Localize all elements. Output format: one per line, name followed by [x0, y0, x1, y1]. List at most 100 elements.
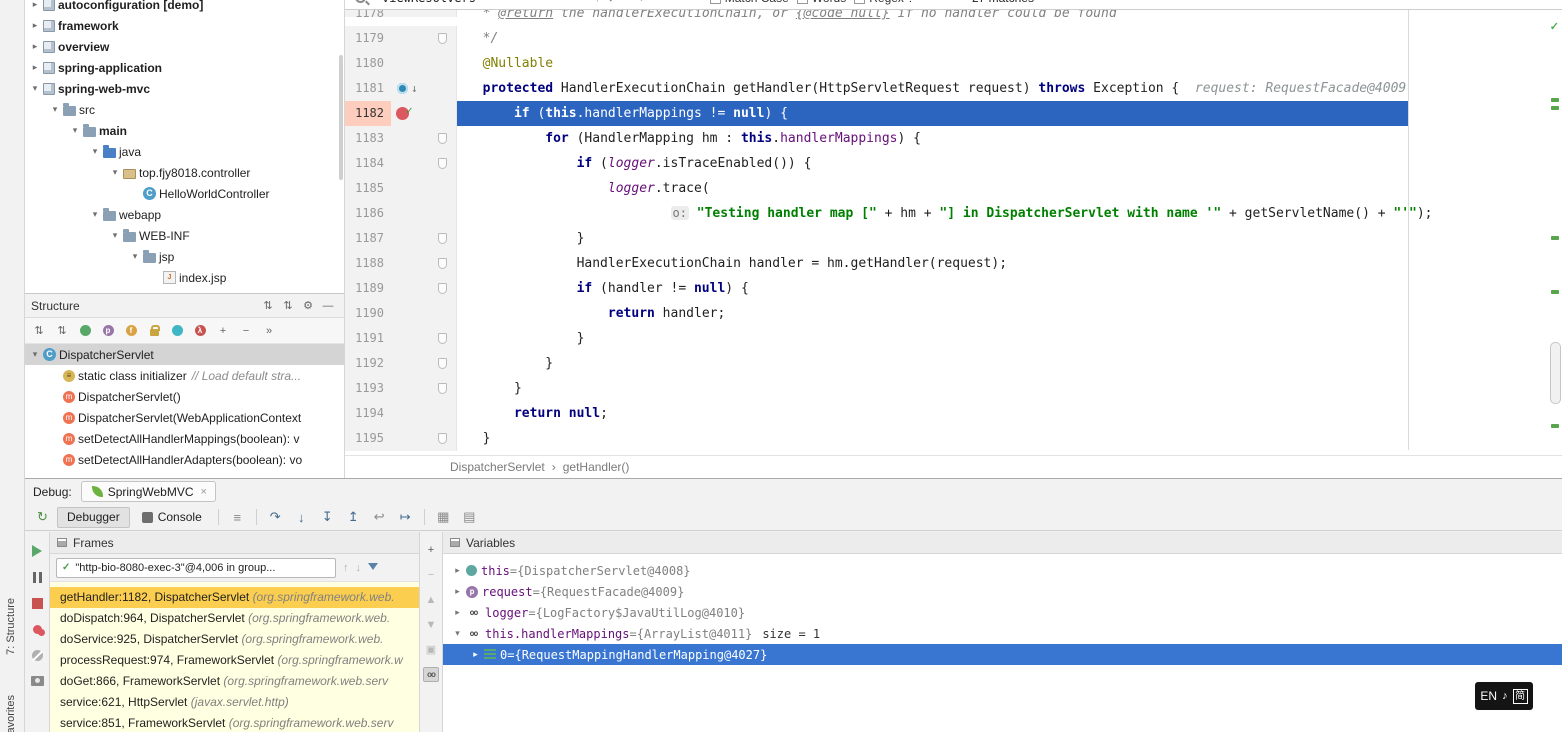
line-number[interactable]: 1186 — [345, 201, 391, 226]
structure-tree-item[interactable]: ≡static class initializer// Load default… — [25, 365, 344, 386]
show-anonymous-classes-icon[interactable] — [167, 322, 187, 340]
variable-row[interactable]: ▸0 = {RequestMappingHandlerMapping@4027} — [443, 644, 1562, 665]
show-properties-icon[interactable]: p — [98, 322, 118, 340]
frame-row[interactable]: doDispatch:964, DispatcherServlet (org.s… — [50, 608, 419, 629]
line-number[interactable]: 1185 — [345, 176, 391, 201]
project-tree-item[interactable]: ▾top.fjy8018.controller — [25, 162, 344, 183]
chevron-collapsed-icon[interactable]: ▸ — [451, 607, 464, 618]
structure-tree-item[interactable]: mDispatcherServlet() — [25, 386, 344, 407]
fold-column[interactable] — [431, 426, 457, 451]
editor-line[interactable]: 1190 return handler; — [345, 301, 1562, 326]
project-tree-item[interactable]: ▾spring-web-mvc — [25, 78, 344, 99]
variable-row[interactable]: ▾oothis.handlerMappings = {ArrayList@401… — [443, 623, 1562, 644]
gutter-icons[interactable] — [391, 126, 431, 151]
structure-tree-item[interactable]: ▾CDispatcherServlet — [25, 344, 344, 365]
editor-line[interactable]: 1191 } — [345, 326, 1562, 351]
layout-menu-icon[interactable]: ≡ — [226, 507, 249, 527]
variable-row[interactable]: ▸this = {DispatcherServlet@4008} — [443, 560, 1562, 581]
editor-line[interactable]: 1189 if (handler != null) { — [345, 276, 1562, 301]
duplicate-watch-button[interactable]: ▣ — [423, 642, 439, 657]
line-number[interactable]: 1183 — [345, 126, 391, 151]
fold-column[interactable] — [431, 376, 457, 401]
words-checkbox[interactable]: Words — [797, 0, 846, 5]
chevron-expanded-icon[interactable]: ▾ — [129, 251, 141, 262]
chevron-expanded-icon[interactable]: ▾ — [109, 230, 121, 241]
project-tree-item[interactable]: ▸autoconfiguration [demo] — [25, 0, 344, 15]
editor-line[interactable]: 1187 } — [345, 226, 1562, 251]
tab-springwebmvc[interactable]: SpringWebMVC × — [81, 481, 216, 502]
fold-column[interactable] — [431, 401, 457, 426]
editor-line[interactable]: 1184 if (logger.isTraceEnabled()) { — [345, 151, 1562, 176]
frame-row[interactable]: doService:925, DispatcherServlet (org.sp… — [50, 629, 419, 650]
thread-selector[interactable]: ✓ "http-bio-8080-exec-3"@4,006 in group.… — [56, 558, 336, 578]
project-tree-item[interactable]: ▾src — [25, 99, 344, 120]
gutter-icons[interactable] — [391, 376, 431, 401]
editor-line[interactable]: 1192 } — [345, 351, 1562, 376]
breadcrumb-item-method[interactable]: getHandler() — [563, 460, 630, 474]
editor-line[interactable]: 1195 } — [345, 426, 1562, 451]
chevron-collapsed-icon[interactable]: ▸ — [451, 586, 464, 597]
fold-column[interactable] — [431, 76, 457, 101]
resume-button[interactable] — [29, 544, 45, 558]
fold-column[interactable] — [431, 276, 457, 301]
project-tree-item[interactable]: ▾WEB-INF — [25, 225, 344, 246]
prev-match-icon[interactable]: ↑ — [594, 0, 600, 4]
show-fields-icon[interactable]: f — [121, 322, 141, 340]
fold-column[interactable] — [431, 351, 457, 376]
gutter-icons[interactable] — [391, 426, 431, 451]
editor-line[interactable]: 1185 logger.trace( — [345, 176, 1562, 201]
run-to-cursor-icon[interactable]: ↦ — [394, 507, 417, 527]
line-number[interactable]: 1184 — [345, 151, 391, 176]
line-number[interactable]: 1192 — [345, 351, 391, 376]
step-into-icon[interactable]: ↓ — [290, 507, 313, 527]
chevron-expanded-icon[interactable]: ▾ — [89, 209, 101, 220]
frame-row[interactable]: service:851, FrameworkServlet (org.sprin… — [50, 713, 419, 732]
editor-line[interactable]: 1182✓ if (this.handlerMappings != null) … — [345, 101, 1562, 126]
editor-line[interactable]: 1180 @Nullable — [345, 51, 1562, 76]
frame-row[interactable]: processRequest:974, FrameworkServlet (or… — [50, 650, 419, 671]
move-watch-up-button[interactable]: ▲ — [423, 592, 439, 607]
chevron-expanded-icon[interactable]: ▾ — [29, 349, 41, 360]
fold-column[interactable] — [431, 51, 457, 76]
layout-settings-icon[interactable]: ▤ — [458, 507, 481, 527]
line-number[interactable]: 1190 — [345, 301, 391, 326]
chevron-collapsed-icon[interactable]: ▸ — [29, 41, 41, 52]
line-number[interactable]: 1187 — [345, 226, 391, 251]
view-options-grid-icon[interactable]: ▦ — [432, 507, 455, 527]
gutter-icons[interactable] — [391, 201, 431, 226]
chevron-expanded-icon[interactable]: ▾ — [49, 104, 61, 115]
more-icon[interactable]: » — [259, 322, 279, 340]
step-over-icon[interactable]: ↷ — [264, 507, 287, 527]
gutter-icons[interactable] — [391, 326, 431, 351]
tool-window-button-favorites[interactable]: Favorites — [5, 695, 17, 732]
frame-row[interactable]: service:621, HttpServlet (javax.servlet.… — [50, 692, 419, 713]
fold-column[interactable] — [431, 26, 457, 51]
gutter-icons[interactable] — [391, 401, 431, 426]
gutter-icons[interactable] — [391, 176, 431, 201]
variable-row[interactable]: ▸oologger = {LogFactory$JavaUtilLog@4010… — [443, 602, 1562, 623]
project-tree-item[interactable]: CHelloWorldController — [25, 183, 344, 204]
settings-gear-icon[interactable]: ⚙ — [298, 299, 318, 312]
find-filter-icon[interactable]: ▼ — [636, 0, 647, 4]
remove-watch-button[interactable]: − — [423, 567, 439, 582]
line-number[interactable]: 1179 — [345, 26, 391, 51]
search-icon[interactable] — [355, 0, 366, 3]
stop-button[interactable] — [29, 596, 45, 610]
fold-column[interactable] — [431, 326, 457, 351]
project-tree-item[interactable]: ▸overview — [25, 36, 344, 57]
fold-column[interactable] — [431, 301, 457, 326]
chevron-collapsed-icon[interactable]: ▸ — [29, 62, 41, 73]
editor-line[interactable]: 1179 */ — [345, 26, 1562, 51]
step-out-icon[interactable]: ↥ — [342, 507, 365, 527]
line-number[interactable]: 1194 — [345, 401, 391, 426]
structure-tree-item[interactable]: mDispatcherServlet(WebApplicationContext — [25, 407, 344, 428]
hide-panel-icon[interactable]: — — [318, 300, 338, 312]
line-number[interactable]: 1181 — [345, 76, 391, 101]
close-icon[interactable]: × — [201, 486, 207, 498]
project-scrollbar[interactable] — [339, 55, 343, 180]
gutter-icons[interactable] — [391, 351, 431, 376]
rerun-icon[interactable]: ↻ — [31, 507, 54, 527]
expand-all-icon[interactable]: + — [213, 322, 233, 340]
hide-frames-filter-icon[interactable] — [368, 563, 378, 570]
fold-column[interactable] — [431, 176, 457, 201]
